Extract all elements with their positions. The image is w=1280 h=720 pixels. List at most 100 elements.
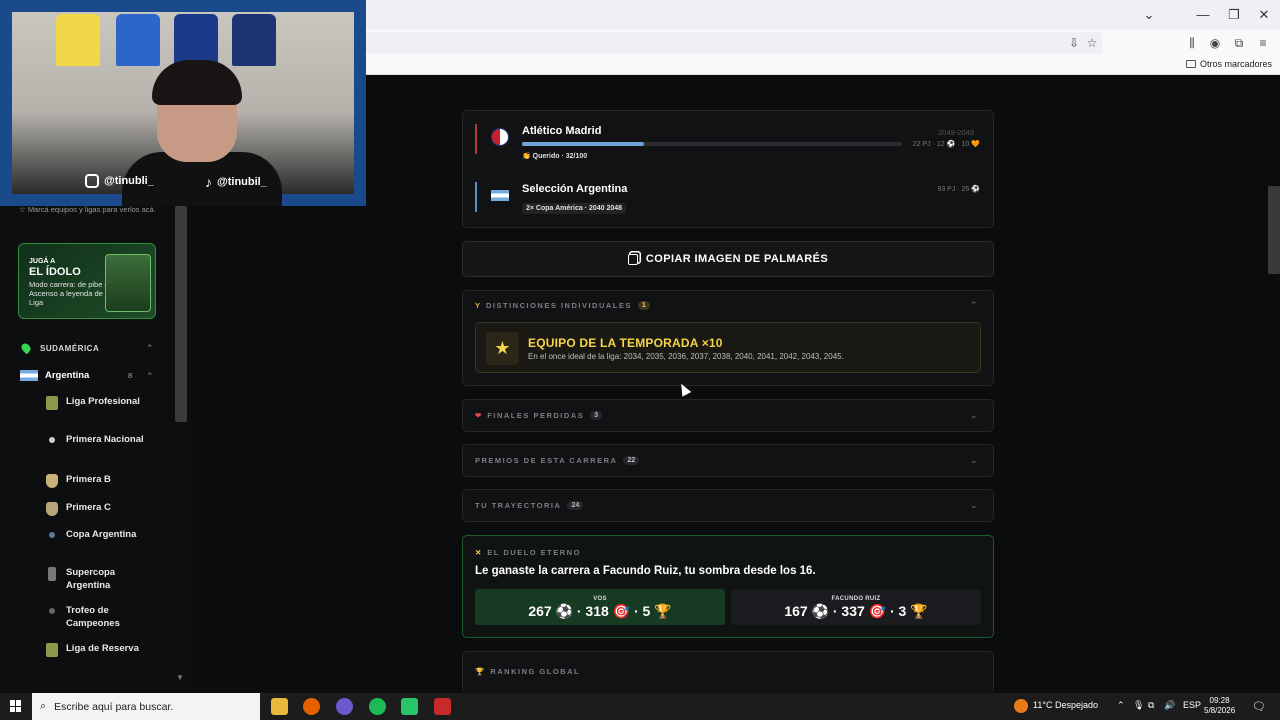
promo-banner[interactable]: JUGÁ A EL ÍDOLO Modo carrera: de pibe de… [18, 243, 156, 319]
language-indicator[interactable]: ESP [1183, 700, 1201, 710]
country-count: 8 [128, 371, 133, 380]
primera-nacional-icon [49, 437, 55, 443]
expand-trajectory-icon[interactable]: ⌄ [970, 500, 978, 511]
windows-start-icon[interactable] [10, 700, 22, 712]
instagram-handle: @tinubli_ [85, 174, 154, 188]
league-label: Primera B [66, 474, 111, 485]
volume-icon[interactable]: 🔊 [1164, 700, 1175, 711]
scroll-down-icon[interactable]: ▼ [176, 673, 184, 682]
distinctions-header[interactable]: Y DISTINCIONES INDIVIDUALES 1 [475, 301, 650, 310]
distinctions-label: DISTINCIONES INDIVIDUALES [486, 301, 632, 310]
duel-you-stats: 267 ⚽ · 318 🎯 · 5 🏆 [528, 603, 672, 619]
collapse-country-icon[interactable]: ⌃ [146, 371, 154, 382]
firefox-icon[interactable] [303, 698, 320, 715]
menu-icon[interactable]: ≡ [1255, 35, 1271, 51]
career-awards-header[interactable]: PREMIOS DE ESTA CARRERA 22 [475, 456, 640, 465]
url-bar[interactable] [366, 32, 1102, 54]
award-item: ★ EQUIPO DE LA TEMPORADA ×10 En el once … [475, 322, 981, 373]
weather-icon[interactable] [1014, 699, 1028, 713]
lost-finals-header[interactable]: ❤ FINALES PERDIDAS 3 [475, 411, 603, 420]
country-label: Argentina [45, 370, 90, 381]
extensions-icon[interactable]: ⧉ [1231, 35, 1247, 51]
atletico-madrid-crest-icon [491, 128, 509, 146]
webcam-feed [12, 12, 354, 206]
tiktok-handle: ♪ @tinubil_ [205, 174, 267, 190]
league-label: Trofeo de Campeones [66, 605, 120, 629]
league-label: Primera Nacional [66, 434, 144, 445]
collapse-distinctions-icon[interactable]: ⌃ [970, 300, 978, 311]
promo-kicker: JUGÁ A [29, 258, 56, 265]
library-icon[interactable]: ⫼ [1184, 35, 1200, 51]
ranking-label: RANKING GLOBAL [490, 667, 581, 676]
expand-lost-finals-icon[interactable]: ⌄ [970, 410, 978, 421]
lost-finals-label: FINALES PERDIDAS [487, 411, 585, 420]
primera-b-icon [46, 474, 58, 488]
search-icon: ⌕ [40, 700, 47, 712]
save-page-icon[interactable]: ⇩ [1066, 35, 1082, 51]
bookmark-star-icon[interactable]: ☆ [1084, 35, 1100, 51]
spotify-icon[interactable] [369, 698, 386, 715]
league-label: Liga de Reserva [66, 643, 139, 654]
tab-list-chevron-icon[interactable]: ⌄ [1140, 6, 1158, 24]
file-explorer-icon[interactable] [271, 698, 288, 715]
network-icon[interactable]: ⧉ [1148, 700, 1154, 711]
region-header[interactable]: SUDAMÉRICA [19, 341, 99, 355]
league-item[interactable]: Primera B [46, 474, 146, 488]
map-pin-icon [19, 341, 33, 355]
club-years: 2049-2049 [938, 128, 974, 137]
league-item[interactable]: Liga Profesional [46, 396, 146, 410]
webcam-overlay: @tinubli_ ♪ @tinubil_ [0, 0, 366, 206]
award-title: EQUIPO DE LA TEMPORADA ×10 [528, 336, 723, 350]
copy-palmares-label: COPIAR IMAGEN DE PALMARÉS [645, 253, 829, 265]
trophy-icon: Y [475, 301, 481, 310]
argentina-flag-icon [491, 190, 509, 201]
league-item[interactable]: Trofeo de Campeones [46, 605, 146, 630]
jersey-image [232, 14, 276, 66]
league-item[interactable]: Primera C [46, 502, 146, 516]
eternal-duel-title: Le ganaste la carrera a Facundo Ruiz, tu… [475, 565, 816, 577]
account-icon[interactable]: ◉ [1207, 35, 1223, 51]
collapse-region-icon[interactable]: ⌃ [146, 343, 154, 354]
distinctions-count: 1 [637, 301, 650, 310]
copy-palmares-button[interactable]: COPIAR IMAGEN DE PALMARÉS [462, 241, 994, 277]
club-name: Atlético Madrid [522, 125, 602, 137]
obs-app-icon[interactable] [434, 698, 451, 715]
messenger-icon[interactable] [336, 698, 353, 715]
restore-button[interactable]: ❐ [1225, 6, 1243, 24]
liga-profesional-icon [46, 396, 58, 410]
duel-rival-label: FACUNDO RUIZ [831, 596, 881, 602]
weather-text[interactable]: 11°C Despejado [1033, 700, 1098, 710]
trajectory-label: TU TRAYECTORIA [475, 501, 562, 510]
taskbar-clock[interactable]: 09:28 5/8/2026 [1204, 696, 1235, 716]
league-item[interactable]: Liga de Reserva [46, 643, 146, 657]
trajectory-header[interactable]: TU TRAYECTORIA 24 [475, 501, 584, 510]
other-bookmarks[interactable]: Otros marcadores [1185, 59, 1272, 69]
notifications-icon[interactable]: 🗨 [1252, 700, 1266, 713]
club-name: Selección Argentina [522, 183, 628, 195]
league-item[interactable]: Primera Nacional [46, 434, 146, 447]
league-item[interactable]: Copa Argentina [46, 529, 146, 542]
eternal-duel-label: EL DUELO ETERNO [487, 548, 581, 557]
trajectory-count: 24 [567, 501, 584, 510]
duel-you-label: VOS [593, 596, 607, 602]
copa-argentina-icon [49, 532, 55, 538]
close-window-button[interactable]: ✕ [1255, 6, 1273, 24]
instagram-handle-text: @tinubli_ [104, 175, 154, 187]
clock-time: 09:28 [1209, 696, 1230, 705]
liga-reserva-icon [46, 643, 58, 657]
tray-chevron-icon[interactable]: ⌃ [1117, 700, 1125, 711]
league-item[interactable]: Supercopa Argentina [46, 567, 146, 592]
trofeo-campeones-icon [49, 608, 55, 614]
career-accent-bar [475, 124, 477, 154]
country-argentina[interactable]: Argentina [20, 370, 89, 381]
taskbar-search[interactable]: ⌕ Escribe aquí para buscar. [32, 693, 260, 720]
sidebar-scrollbar[interactable] [175, 206, 187, 422]
app-icon[interactable] [401, 698, 418, 715]
affection-progress-bar [522, 142, 902, 146]
minimize-button[interactable]: — [1194, 6, 1212, 24]
expand-career-awards-icon[interactable]: ⌄ [970, 455, 978, 466]
page-scrollbar[interactable] [1268, 186, 1280, 274]
microphone-icon[interactable]: 🎙 [1133, 700, 1144, 711]
tiktok-icon: ♪ [205, 174, 212, 190]
clock-date: 5/8/2026 [1204, 706, 1236, 715]
